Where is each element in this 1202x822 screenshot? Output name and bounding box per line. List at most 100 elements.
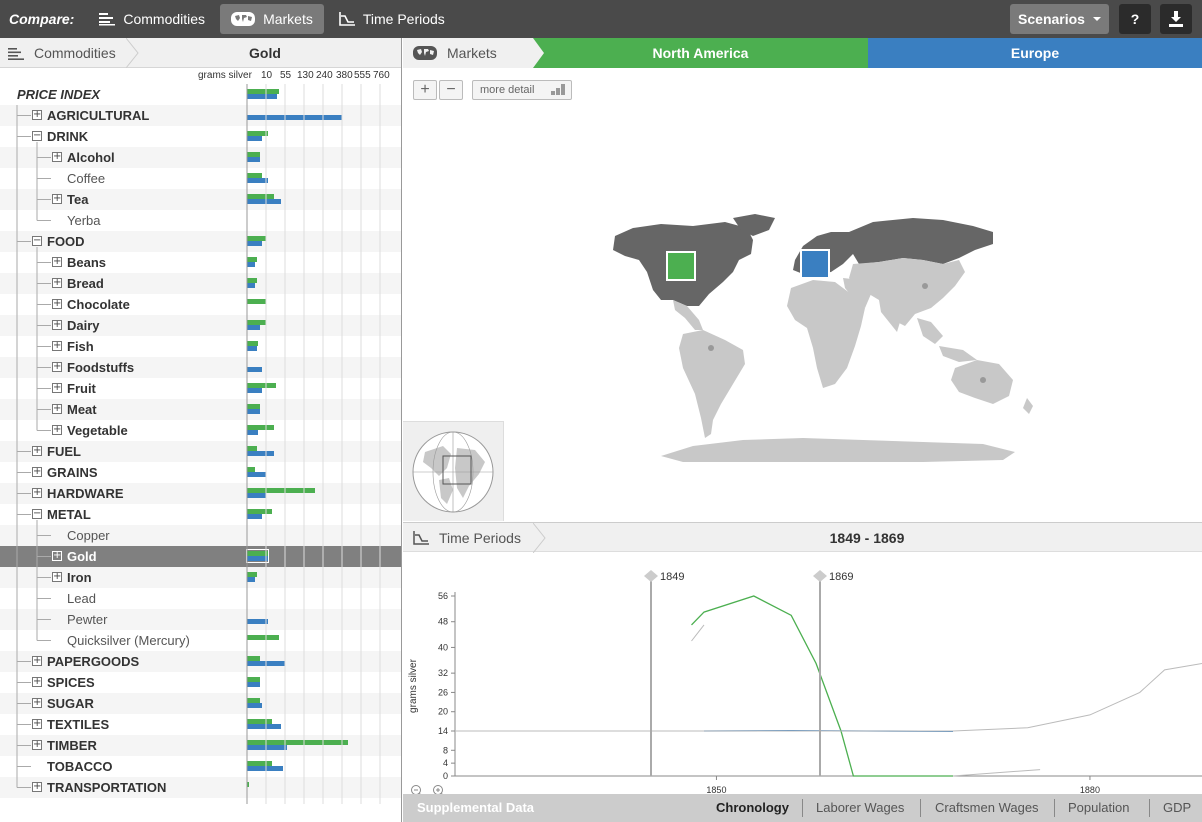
tree-row[interactable]: Yerba bbox=[0, 210, 401, 231]
commodities-breadcrumb: Commodities Gold bbox=[0, 38, 401, 68]
tree-row[interactable]: + Iron bbox=[0, 567, 401, 588]
tree-row[interactable]: + Vegetable bbox=[0, 420, 401, 441]
tree-row-label: Dairy bbox=[67, 318, 100, 333]
line-chart-icon bbox=[413, 531, 429, 545]
tab-gdp[interactable]: GDP bbox=[1163, 800, 1191, 815]
time-periods-button[interactable]: Time Periods bbox=[328, 4, 456, 34]
commodities-crumb-link[interactable]: Commodities bbox=[0, 38, 116, 68]
tree-row[interactable]: Quicksilver (Mercury) bbox=[0, 630, 401, 651]
collapse-icon[interactable]: − bbox=[32, 236, 42, 246]
expand-icon[interactable]: + bbox=[52, 572, 62, 582]
tree-row[interactable]: Coffee bbox=[0, 168, 401, 189]
expand-icon[interactable]: + bbox=[52, 341, 62, 351]
tree-row[interactable]: + TIMBER bbox=[0, 735, 401, 756]
expand-icon[interactable]: + bbox=[32, 740, 42, 750]
tree-row[interactable]: + Chocolate bbox=[0, 294, 401, 315]
commodities-button[interactable]: Commodities bbox=[88, 4, 216, 34]
expand-icon[interactable]: + bbox=[32, 467, 42, 477]
expand-icon[interactable]: + bbox=[32, 488, 42, 498]
tree-row[interactable]: + HARDWARE bbox=[0, 483, 401, 504]
expand-icon[interactable]: + bbox=[52, 425, 62, 435]
tree-row[interactable]: + TEXTILES bbox=[0, 714, 401, 735]
tree-row[interactable]: + GRAINS bbox=[0, 462, 401, 483]
tab-craftsmen-wages[interactable]: Craftsmen Wages bbox=[935, 800, 1039, 815]
price-time-chart[interactable]: 04814202632404856grams silver1850 1880184… bbox=[403, 552, 1202, 794]
tree-row[interactable]: + Beans bbox=[0, 252, 401, 273]
help-button[interactable]: ? bbox=[1119, 4, 1151, 34]
north-america-price-bar bbox=[247, 782, 249, 787]
tree-row[interactable]: + TRANSPORTATION bbox=[0, 777, 401, 798]
tree-row[interactable]: − FOOD bbox=[0, 231, 401, 252]
tree-row[interactable]: TOBACCO bbox=[0, 756, 401, 777]
expand-icon[interactable]: + bbox=[32, 656, 42, 666]
download-button[interactable] bbox=[1160, 4, 1192, 34]
scenarios-dropdown[interactable]: Scenarios bbox=[1010, 4, 1109, 34]
expand-icon[interactable]: + bbox=[52, 320, 62, 330]
collapse-icon[interactable]: − bbox=[32, 509, 42, 519]
tree-row[interactable]: + Alcohol bbox=[0, 147, 401, 168]
expand-icon[interactable]: + bbox=[52, 278, 62, 288]
tab-laborer-wages[interactable]: Laborer Wages bbox=[816, 800, 904, 815]
tree-row[interactable]: + FUEL bbox=[0, 441, 401, 462]
tree-row[interactable]: PRICE INDEX bbox=[0, 84, 401, 105]
expand-icon[interactable]: + bbox=[52, 194, 62, 204]
market-dot-asia bbox=[922, 283, 928, 289]
zoom-out-icon[interactable] bbox=[411, 785, 423, 795]
expand-icon[interactable]: + bbox=[52, 299, 62, 309]
tree-row-label: Foodstuffs bbox=[67, 360, 135, 375]
tree-row-label: Bread bbox=[67, 276, 104, 291]
tab-population[interactable]: Population bbox=[1068, 800, 1129, 815]
tree-row[interactable]: + Gold bbox=[0, 546, 401, 567]
tree-row[interactable]: Copper bbox=[0, 525, 401, 546]
expand-icon[interactable]: + bbox=[32, 698, 42, 708]
expand-icon[interactable]: + bbox=[32, 446, 42, 456]
tree-row[interactable]: Pewter bbox=[0, 609, 401, 630]
commodities-crumb-label: Commodities bbox=[34, 45, 116, 61]
tree-row[interactable]: + AGRICULTURAL bbox=[0, 105, 401, 126]
scale-tick: 380 bbox=[336, 70, 353, 81]
zoom-in-icon[interactable] bbox=[433, 785, 445, 795]
europe-price-bar bbox=[247, 409, 261, 414]
time-periods-crumb-link[interactable]: Time Periods bbox=[413, 523, 521, 553]
expand-icon[interactable]: + bbox=[52, 551, 62, 561]
expand-icon[interactable]: + bbox=[32, 110, 42, 120]
series-line bbox=[952, 769, 1041, 777]
tab-chronology[interactable]: Chronology bbox=[716, 800, 789, 815]
tree-row[interactable]: + Fish bbox=[0, 336, 401, 357]
market-marker-europe bbox=[800, 249, 830, 279]
expand-icon[interactable]: + bbox=[52, 152, 62, 162]
markets-breadcrumb: Markets North America Europe bbox=[403, 38, 1202, 68]
tree-row[interactable]: − METAL bbox=[0, 504, 401, 525]
tab-separator bbox=[920, 799, 921, 817]
world-map[interactable] bbox=[403, 68, 1202, 518]
tree-row[interactable]: + SUGAR bbox=[0, 693, 401, 714]
expand-icon[interactable]: + bbox=[52, 404, 62, 414]
markets-crumb-link[interactable]: Markets bbox=[413, 38, 497, 68]
expand-icon[interactable]: + bbox=[52, 383, 62, 393]
list-icon bbox=[8, 47, 24, 60]
market-marker-north-america bbox=[666, 251, 696, 281]
expand-icon[interactable]: + bbox=[52, 362, 62, 372]
tab-north-america[interactable]: North America bbox=[533, 38, 868, 68]
tree-row[interactable]: + Foodstuffs bbox=[0, 357, 401, 378]
scale-tick: 55 bbox=[280, 70, 292, 81]
expand-icon[interactable]: + bbox=[32, 719, 42, 729]
tree-row[interactable]: + Tea bbox=[0, 189, 401, 210]
tree-row[interactable]: + Meat bbox=[0, 399, 401, 420]
globe-overview[interactable] bbox=[403, 421, 504, 521]
tree-row[interactable]: + Dairy bbox=[0, 315, 401, 336]
collapse-icon[interactable]: − bbox=[32, 131, 42, 141]
tree-row[interactable]: − DRINK bbox=[0, 126, 401, 147]
tree-row-label: FOOD bbox=[47, 234, 85, 249]
expand-icon[interactable]: + bbox=[32, 782, 42, 792]
tab-europe[interactable]: Europe bbox=[868, 38, 1202, 68]
markets-button[interactable]: Markets bbox=[220, 4, 324, 34]
expand-icon[interactable]: + bbox=[52, 257, 62, 267]
tree-row-label: SUGAR bbox=[47, 696, 94, 711]
tree-row[interactable]: + PAPERGOODS bbox=[0, 651, 401, 672]
tree-row[interactable]: + Fruit bbox=[0, 378, 401, 399]
tree-row[interactable]: + SPICES bbox=[0, 672, 401, 693]
tree-row[interactable]: Lead bbox=[0, 588, 401, 609]
tree-row[interactable]: + Bread bbox=[0, 273, 401, 294]
expand-icon[interactable]: + bbox=[32, 677, 42, 687]
